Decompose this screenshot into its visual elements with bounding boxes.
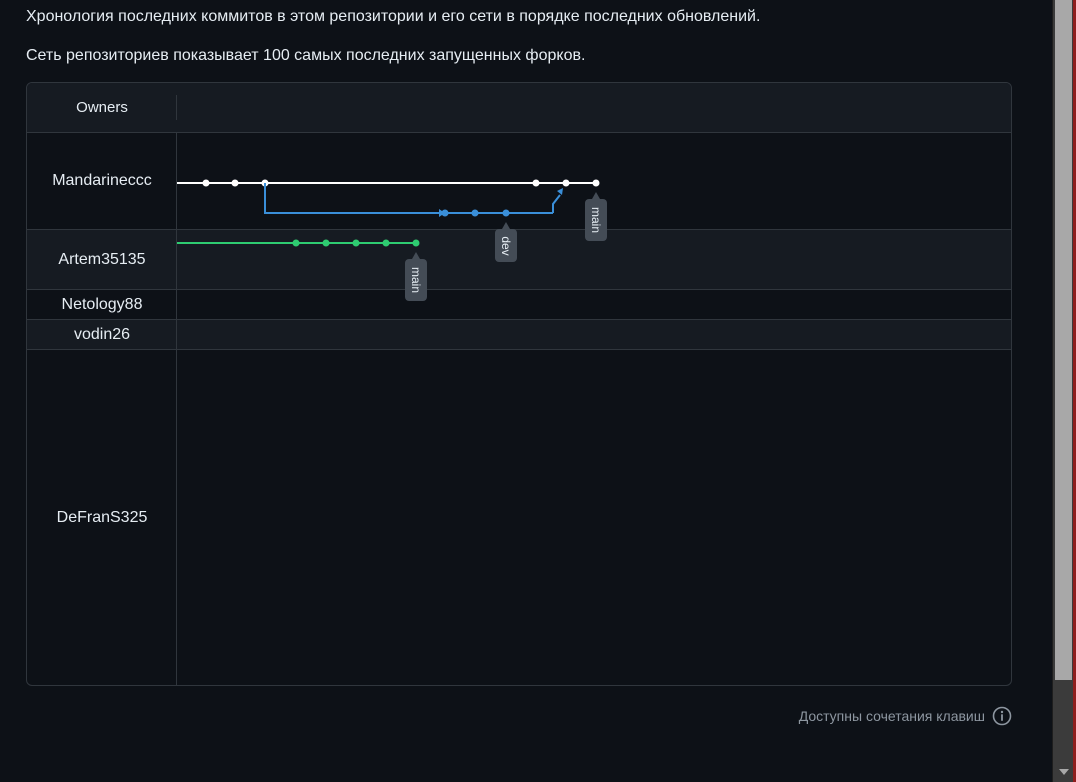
scroll-down-arrow-icon[interactable] — [1055, 764, 1072, 780]
network-fork-note: Сеть репозиториев показывает 100 самых п… — [26, 47, 586, 64]
owners-header: Owners — [76, 99, 128, 116]
keyboard-shortcuts-note: Доступны сочетания клавиш — [799, 706, 1012, 726]
header-divider — [176, 95, 177, 120]
commit-dot[interactable] — [292, 239, 300, 247]
commit-dot[interactable] — [322, 239, 330, 247]
owner-row: vodin26 — [27, 320, 1011, 350]
commit-dot[interactable] — [231, 179, 239, 187]
owner-name[interactable]: Mandarineccc — [27, 133, 177, 229]
branch-label-text: dev — [499, 236, 513, 255]
owner-row: Mandarineccc — [27, 133, 1011, 230]
scrollbar-edge — [1052, 0, 1053, 782]
network-description: Хронология последних коммитов в этом реп… — [26, 8, 761, 25]
branch-label-main[interactable]: main — [405, 252, 427, 301]
owner-name[interactable]: Netology88 — [27, 290, 177, 319]
commit-dot[interactable] — [202, 179, 210, 187]
commit-dot[interactable] — [352, 239, 360, 247]
branch-label-main[interactable]: main — [585, 192, 607, 241]
commit-dot[interactable] — [502, 209, 510, 217]
commit-dot[interactable] — [261, 179, 269, 187]
commit-dot[interactable] — [471, 209, 479, 217]
owner-name[interactable]: Artem35135 — [27, 230, 177, 289]
commit-dot[interactable] — [532, 179, 540, 187]
owner-row: Netology88 — [27, 290, 1011, 320]
network-header: Owners — [27, 83, 1011, 133]
commit-dot[interactable] — [592, 179, 600, 187]
shortcuts-text: Доступны сочетания клавиш — [798, 708, 985, 724]
owner-row: DeFranS325 — [27, 350, 1011, 685]
page-content: Хронология последних коммитов в этом реп… — [0, 0, 1052, 782]
commit-dot[interactable] — [441, 209, 449, 217]
commit-dot[interactable] — [382, 239, 390, 247]
branch-label-text: main — [589, 207, 603, 233]
commit-dot[interactable] — [412, 239, 420, 247]
owner-name[interactable]: vodin26 — [27, 320, 177, 349]
branch-label-text: main — [409, 267, 423, 293]
network-graph-panel: Owners Mandarineccc Artem35135 Netology8… — [26, 82, 1012, 686]
owners-column-divider — [176, 132, 177, 685]
scrollbar-thumb[interactable] — [1055, 0, 1072, 680]
owner-name[interactable]: DeFranS325 — [27, 350, 177, 685]
owner-row: Artem35135 — [27, 230, 1011, 290]
info-icon[interactable] — [992, 706, 1012, 726]
commit-dot[interactable] — [562, 179, 570, 187]
